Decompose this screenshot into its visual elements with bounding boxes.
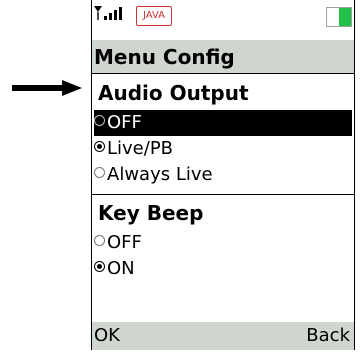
option-key-beep-off[interactable]: OFF (94, 230, 352, 256)
radio-unchecked-icon (94, 115, 105, 126)
option-audio-output-live-pb[interactable]: Live/PB (94, 136, 352, 162)
option-label: Always Live (107, 164, 213, 185)
section-title-audio-output: Audio Output (98, 81, 249, 105)
screen-title: Menu Config (92, 40, 354, 74)
option-audio-output-off[interactable]: OFF (94, 110, 352, 136)
back-softkey[interactable]: Back (306, 322, 350, 350)
section-divider (92, 194, 354, 195)
option-label: OFF (107, 232, 142, 253)
softkey-bar: OK Back (92, 322, 354, 350)
battery-level-fill (339, 8, 351, 26)
status-bar: JAVA (92, 0, 354, 38)
ok-softkey[interactable]: OK (94, 322, 120, 350)
radio-checked-icon (94, 141, 105, 152)
option-audio-output-always-live[interactable]: Always Live (94, 162, 352, 188)
section-title-key-beep: Key Beep (98, 201, 204, 225)
battery-icon (326, 7, 352, 27)
java-badge: JAVA (136, 6, 172, 26)
radio-unchecked-icon (94, 235, 105, 246)
signal-strength-icon (94, 6, 122, 20)
option-key-beep-on[interactable]: ON (94, 256, 352, 282)
option-label: ON (107, 258, 135, 279)
radio-checked-icon (94, 261, 105, 272)
phone-screen: JAVA Menu Config Audio Output OFF Live/P… (91, 0, 355, 350)
radio-unchecked-icon (94, 167, 105, 178)
option-label: Live/PB (107, 138, 174, 159)
option-label: OFF (107, 112, 142, 133)
arrow-right-icon (12, 80, 82, 96)
